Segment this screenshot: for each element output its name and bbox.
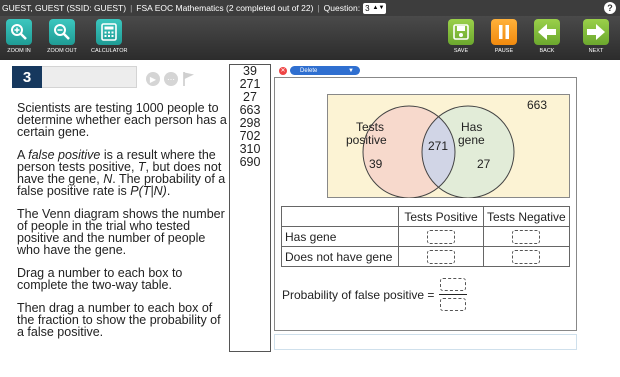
two-way-table: Tests Positive Tests Negative Has gene D… — [281, 206, 570, 267]
save-icon — [448, 19, 474, 45]
fraction-bar — [439, 294, 468, 295]
question-paragraph-definition: A false positive is a result where the p… — [17, 148, 226, 198]
tts-icon[interactable]: ▶ — [146, 72, 160, 86]
question-panel: 3 ▶ ⋯ Scientists are testing 1000 people… — [0, 60, 228, 377]
answer-status-bar — [274, 334, 577, 350]
user-label: GUEST, GUEST (SSID: GUEST) — [2, 3, 127, 13]
probability-row: Probability of false positive = — [282, 278, 468, 311]
back-label: BACK — [539, 48, 555, 54]
flag-icon[interactable] — [182, 71, 196, 87]
drop-box[interactable] — [427, 229, 455, 244]
question-paragraph: Scientists are testing 1000 people to de… — [17, 101, 227, 139]
updown-icon: ▲▼ — [372, 5, 385, 11]
drag-number[interactable]: 690 — [230, 156, 270, 169]
question-paragraph: Drag a number to each box to complete th… — [17, 266, 183, 292]
venn-overlap-value: 271 — [428, 139, 448, 153]
column-header: Tests Positive — [398, 206, 484, 227]
calculator-icon — [96, 19, 122, 45]
row-header: Does not have gene — [281, 246, 399, 267]
test-info-bar: GUEST, GUEST (SSID: GUEST) | FSA EOC Mat… — [0, 0, 620, 16]
column-header: Tests Negative — [483, 206, 570, 227]
question-select[interactable]: 3 ▲▼ — [363, 2, 387, 14]
arrow-right-icon — [583, 19, 609, 45]
table-cell — [483, 226, 570, 247]
venn-right-label: gene — [458, 133, 485, 147]
drop-box[interactable] — [512, 229, 541, 244]
table-cell — [398, 226, 484, 247]
venn-diagram: 663 Tests positive Has gene 39 271 27 — [327, 94, 570, 198]
drop-box[interactable] — [512, 249, 541, 264]
zoom-in-label: ZOOM IN — [7, 48, 31, 54]
question-paragraph: The Venn diagram shows the number of peo… — [17, 207, 225, 257]
separator: | — [317, 3, 320, 13]
probability-label: Probability of false positive = — [282, 287, 435, 302]
question-text: Scientists are testing 1000 people to de… — [17, 102, 227, 349]
venn-right-only-value: 27 — [477, 157, 491, 171]
pause-button[interactable]: PAUSE — [486, 19, 522, 59]
help-icon[interactable]: ? — [604, 2, 616, 14]
venn-outside-value: 663 — [527, 98, 547, 112]
zoom-out-button[interactable]: ZOOM OUT — [44, 19, 80, 59]
venn-left-label: Tests — [356, 120, 384, 134]
zoom-out-icon — [49, 19, 75, 45]
chevron-down-icon: ▼ — [348, 67, 354, 74]
separator: | — [130, 3, 133, 13]
question-tools: ▶ ⋯ — [146, 71, 196, 87]
delete-label: Delete — [300, 67, 318, 74]
venn-left-only-value: 39 — [369, 157, 383, 171]
test-label: FSA EOC Mathematics (2 completed out of … — [136, 3, 314, 13]
delete-control: ✕ Delete ▼ — [279, 66, 360, 75]
question-paragraph: Then drag a number to each box of the fr… — [17, 301, 221, 339]
question-select-value: 3 — [365, 3, 370, 13]
calculator-label: CALCULATOR — [91, 48, 128, 54]
zoom-in-icon — [6, 19, 32, 45]
save-button[interactable]: SAVE — [443, 19, 479, 59]
number-bank: 39 271 27 663 298 702 310 690 — [229, 64, 271, 352]
next-label: NEXT — [588, 48, 604, 54]
toolbar: ZOOM IN ZOOM OUT CALCULATOR SAVE PAUSE B… — [0, 16, 620, 60]
venn-left-label: positive — [346, 133, 387, 147]
pause-icon — [491, 19, 517, 45]
question-label: Question: — [323, 3, 361, 13]
table-corner — [281, 206, 399, 227]
save-label: SAVE — [453, 48, 469, 54]
calculator-button[interactable]: CALCULATOR — [91, 19, 127, 59]
numerator-drop-box[interactable] — [440, 278, 467, 291]
question-number: 3 — [12, 66, 42, 88]
table-cell — [483, 246, 570, 267]
zoom-in-button[interactable]: ZOOM IN — [1, 19, 37, 59]
comment-icon[interactable]: ⋯ — [164, 72, 178, 86]
delete-select[interactable]: Delete ▼ — [290, 66, 360, 75]
zoom-out-label: ZOOM OUT — [47, 48, 77, 54]
back-button[interactable]: BACK — [529, 19, 565, 59]
drop-box[interactable] — [427, 249, 455, 264]
venn-right-label: Has — [461, 120, 482, 134]
close-icon[interactable]: ✕ — [279, 66, 287, 75]
table-cell — [398, 246, 484, 267]
row-header: Has gene — [281, 226, 399, 247]
arrow-left-icon — [534, 19, 560, 45]
next-button[interactable]: NEXT — [578, 19, 614, 59]
fraction — [439, 278, 468, 311]
pause-label: PAUSE — [494, 48, 514, 54]
denominator-drop-box[interactable] — [440, 298, 467, 311]
